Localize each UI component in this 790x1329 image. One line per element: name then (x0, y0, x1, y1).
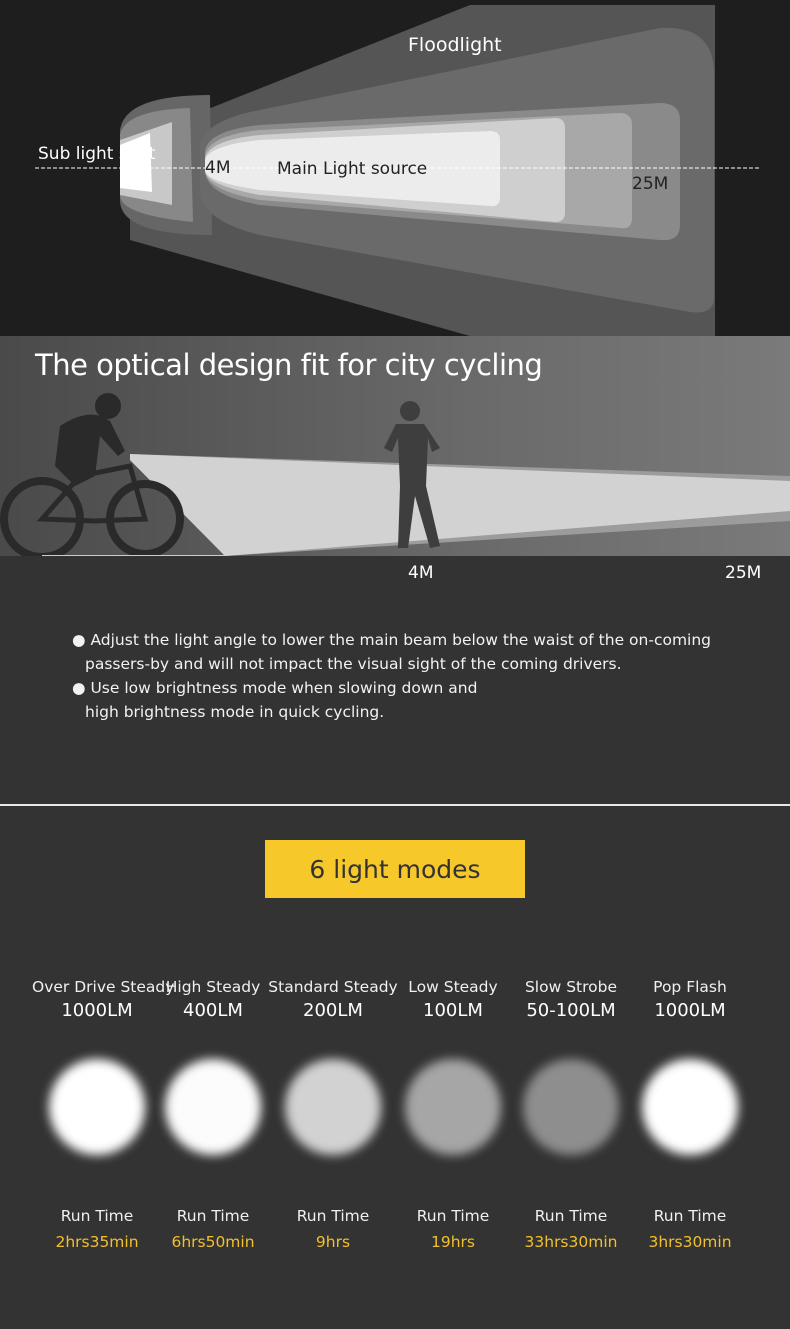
run-time-label: Run Time (60, 1207, 134, 1225)
mode-lumens: 100LM (423, 1000, 483, 1021)
light-mode-item: Standard Steady 200LM Run Time 9hrs (268, 978, 398, 1251)
tip-item: ● Adjust the light angle to lower the ma… (72, 631, 712, 673)
mode-lumens: 400LM (183, 1000, 243, 1021)
mode-name: Slow Strobe (524, 978, 618, 996)
sub-light-spot-label: Sub light spot (38, 144, 156, 164)
mode-name: Over Drive Steady (32, 978, 175, 996)
brightness-circle (523, 1059, 619, 1155)
run-time-value: 9hrs (315, 1233, 351, 1251)
light-mode-item: Pop Flash 1000LM Run Time 3hrs30min (625, 978, 755, 1251)
mode-name: Standard Steady (268, 978, 398, 996)
light-mode-item: Low Steady 100LM Run Time 19hrs (388, 978, 518, 1251)
run-time-label: Run Time (653, 1207, 727, 1225)
run-time-label: Run Time (416, 1207, 490, 1225)
mode-lumens: 1000LM (61, 1000, 133, 1021)
main-light-source-label: Main Light source (277, 159, 428, 179)
tip-item: ● Use low brightness mode when slowing d… (72, 679, 478, 721)
tips-list: ● Adjust the light angle to lower the ma… (72, 628, 722, 724)
brightness-circle (285, 1059, 381, 1155)
far-distance-label: 25M (632, 174, 669, 194)
ground-line (42, 555, 227, 556)
city-title: The optical design fit for city cycling (35, 348, 543, 382)
brightness-circle (405, 1059, 501, 1155)
mode-lumens: 50-100LM (526, 1000, 616, 1021)
city-far-distance: 25M (725, 563, 762, 583)
light-mode-item: Slow Strobe 50-100LM Run Time 33hrs30min (506, 978, 636, 1251)
section-divider (0, 804, 790, 806)
mode-lumens: 1000LM (654, 1000, 726, 1021)
mode-name: Low Steady (408, 978, 498, 996)
run-time-value: 3hrs30min (648, 1233, 732, 1251)
light-mode-item: Over Drive Steady 1000LM Run Time 2hrs35… (32, 978, 175, 1251)
brightness-circle (49, 1059, 145, 1155)
light-modes-badge: 6 light modes (265, 840, 525, 898)
mode-name: High Steady (165, 978, 261, 996)
floodlight-label: Floodlight (408, 34, 502, 56)
run-time-label: Run Time (534, 1207, 608, 1225)
run-time-value: 2hrs35min (55, 1233, 139, 1251)
run-time-value: 19hrs (431, 1233, 475, 1251)
city-cycling-scene: The optical design fit for city cycling (0, 336, 790, 556)
mode-lumens: 200LM (303, 1000, 363, 1021)
beam-diagram: Floodlight Sub light spot 4M Main Light … (0, 0, 790, 336)
near-distance-label: 4M (205, 158, 231, 178)
run-time-value: 6hrs50min (171, 1233, 255, 1251)
run-time-value: 33hrs30min (524, 1233, 618, 1251)
city-near-distance: 4M (408, 563, 434, 583)
run-time-label: Run Time (296, 1207, 370, 1225)
mode-name: Pop Flash (653, 978, 727, 996)
run-time-label: Run Time (176, 1207, 250, 1225)
brightness-circle (165, 1059, 261, 1155)
light-mode-item: High Steady 400LM Run Time 6hrs50min (148, 978, 278, 1251)
brightness-circle (642, 1059, 738, 1155)
